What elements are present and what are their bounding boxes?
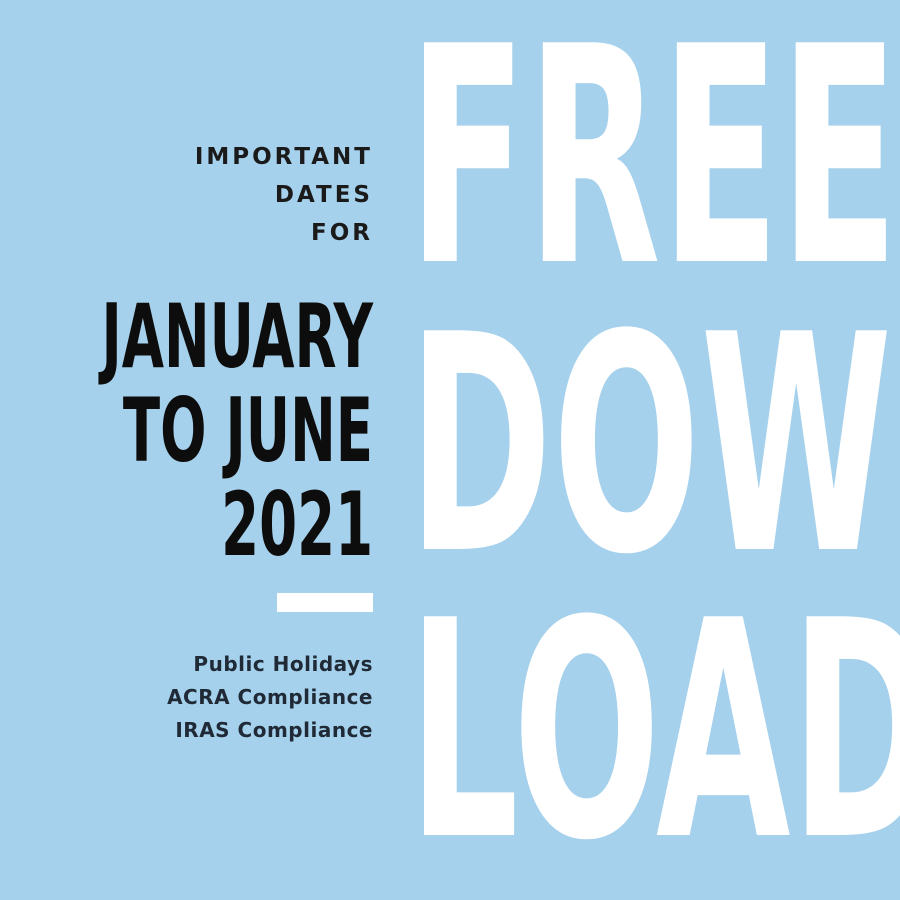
topic-item: ACRA Compliance (167, 685, 373, 709)
intro-heading: IMPORTANT DATES FOR (195, 138, 373, 252)
topic-item: Public Holidays (193, 652, 373, 676)
date-range-line-2: TO JUNE (122, 379, 373, 482)
topics-list: Public Holidays ACRA Compliance IRAS Com… (167, 648, 373, 747)
divider-bar (277, 593, 373, 612)
intro-line-2: DATES (274, 182, 373, 208)
date-range-line-3: 2021 (221, 473, 373, 576)
headline-down: DOWN (408, 271, 900, 620)
intro-line-1: IMPORTANT (194, 144, 373, 170)
free-download-poster: IMPORTANT DATES FOR JANUARY TO JUNE 2021… (0, 0, 900, 900)
headline-load: LOAD (408, 557, 900, 900)
date-range-title: JANUARY TO JUNE 2021 (0, 290, 373, 572)
date-range-line-1: JANUARY (101, 285, 373, 388)
headline-free: FREE (408, 0, 899, 332)
topic-item: IRAS Compliance (175, 718, 373, 742)
intro-line-3: FOR (311, 220, 373, 246)
